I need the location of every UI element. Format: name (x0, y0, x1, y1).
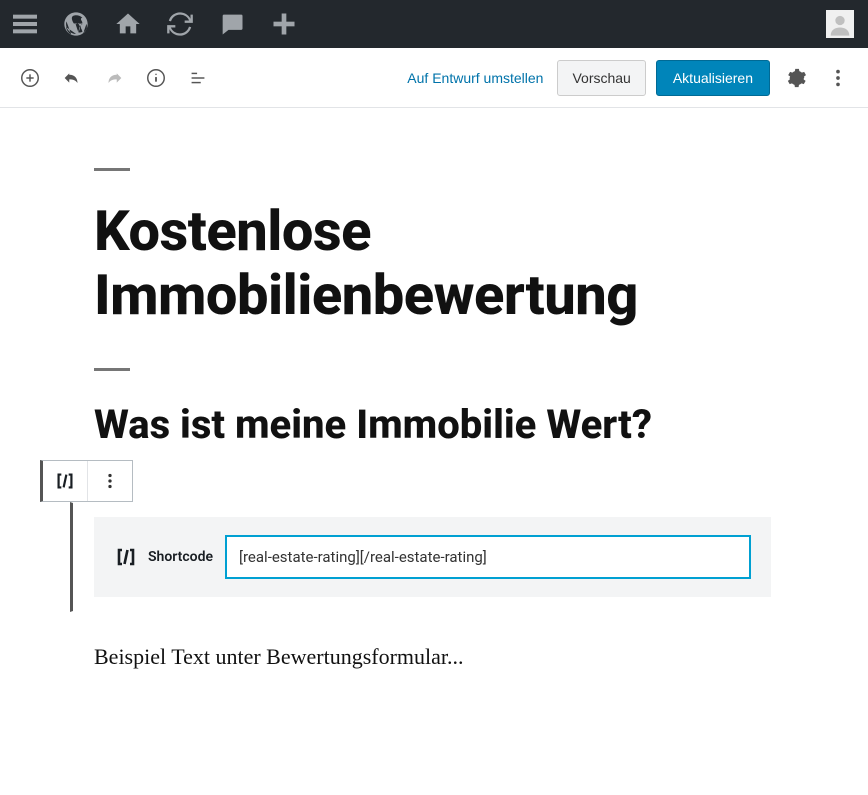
title-rule (94, 168, 130, 171)
editor-toolbar: Auf Entwurf umstellen Vorschau Aktualisi… (0, 48, 868, 108)
menu-icon[interactable] (0, 0, 50, 48)
undo-button[interactable] (52, 58, 92, 98)
paragraph-block[interactable]: Beispiel Text unter Bewertungsformular..… (94, 644, 774, 670)
shortcode-input[interactable] (225, 535, 751, 579)
block-more-options-button[interactable] (88, 461, 132, 501)
preview-button[interactable]: Vorschau (557, 60, 645, 96)
outline-button[interactable] (178, 58, 218, 98)
editor-content: Kostenlose Immobilienbewertung Was ist m… (0, 108, 868, 670)
comment-icon[interactable] (206, 0, 258, 48)
heading-2[interactable]: Was ist meine Immobilie Wert? (94, 401, 774, 448)
shortcode-label-text: Shortcode (148, 549, 213, 565)
home-icon[interactable] (102, 0, 154, 48)
admin-bar (0, 0, 868, 48)
redo-button (94, 58, 134, 98)
settings-button[interactable] (776, 58, 816, 98)
add-block-button[interactable] (10, 58, 50, 98)
shortcode-block[interactable]: Shortcode (70, 502, 774, 612)
avatar[interactable] (826, 10, 854, 38)
block-toolbar (40, 460, 133, 502)
shortcode-label: Shortcode (114, 545, 213, 569)
page-title[interactable]: Kostenlose Immobilienbewertung (94, 199, 774, 328)
switch-to-draft-button[interactable]: Auf Entwurf umstellen (395, 62, 555, 94)
plus-icon[interactable] (258, 0, 310, 48)
more-options-button[interactable] (818, 58, 858, 98)
shortcode-icon (114, 545, 138, 569)
wordpress-icon[interactable] (50, 0, 102, 48)
update-button[interactable]: Aktualisieren (656, 60, 770, 96)
heading-rule (94, 368, 130, 371)
refresh-icon[interactable] (154, 0, 206, 48)
info-button[interactable] (136, 58, 176, 98)
shortcode-block-icon[interactable] (43, 461, 87, 501)
